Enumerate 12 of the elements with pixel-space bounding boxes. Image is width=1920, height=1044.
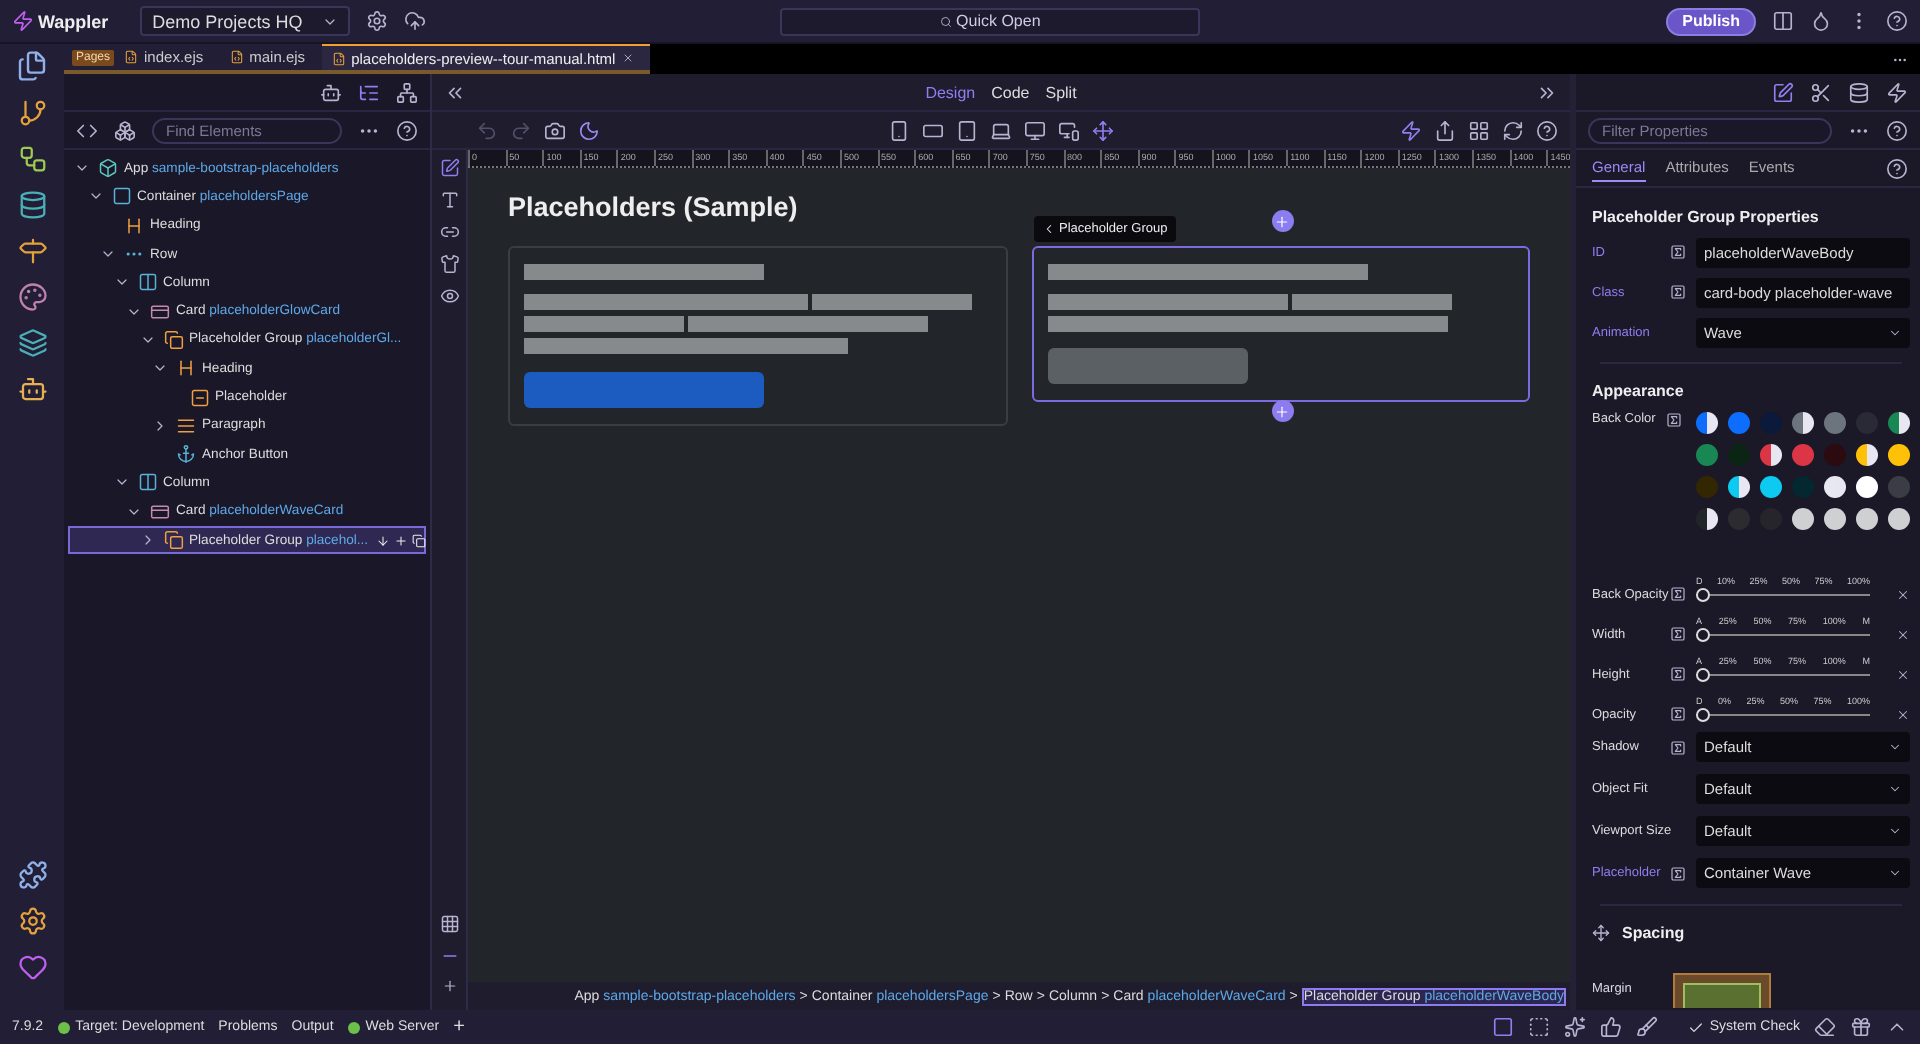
quick-open-field[interactable]: Quick Open <box>780 7 1201 35</box>
section-title: Appearance <box>1592 379 1686 404</box>
view-tab[interactable]: Code <box>987 83 1034 101</box>
project-dropdown[interactable]: Demo Projects HQ <box>140 6 351 36</box>
app-name: Wappler <box>38 11 109 31</box>
view-tab[interactable]: Design <box>921 83 980 101</box>
section-title: Spacing <box>1622 923 1685 941</box>
add-panel-button[interactable]: + <box>453 1016 465 1038</box>
view-tab[interactable]: Split <box>1041 83 1081 101</box>
publish-button[interactable]: Publish <box>1666 7 1756 35</box>
page-heading: Placeholders (Sample) <box>508 192 798 222</box>
section-title: Placeholder Group Properties <box>1592 205 1821 230</box>
